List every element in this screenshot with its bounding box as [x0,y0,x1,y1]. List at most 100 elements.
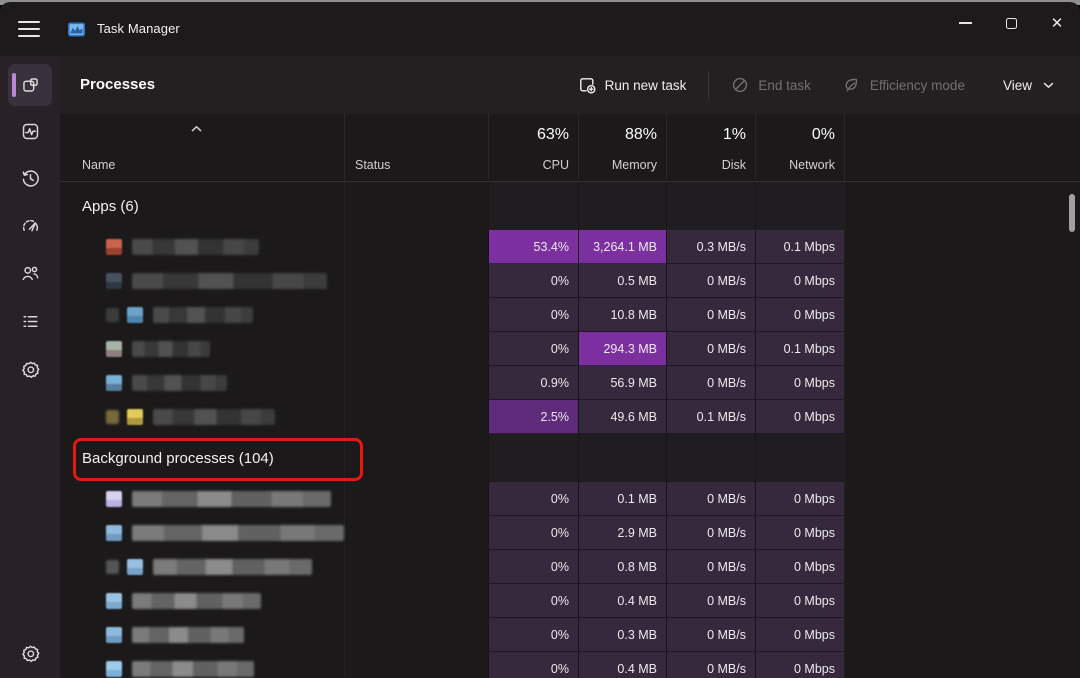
column-header-memory[interactable]: 88% Memory [578,114,666,182]
memory-value-cell: 56.9 MB [578,366,666,400]
memory-value-cell: 0.4 MB [578,652,666,678]
process-status-cell [344,652,488,678]
maximize-button[interactable] [988,2,1034,44]
minimize-button[interactable] [942,2,988,44]
services-icon [21,360,40,379]
redacted-process-name [132,525,344,541]
network-value-cell: 0.1 Mbps [755,230,844,264]
page-title: Processes [80,76,155,93]
efficiency-mode-button[interactable]: Efficiency mode [831,68,977,102]
memory-value-cell: 0.8 MB [578,550,666,584]
column-header-network[interactable]: 0% Network [755,114,844,182]
end-task-button[interactable]: End task [719,68,823,102]
sidebar-item-app-history[interactable] [8,157,52,199]
task-manager-window: Task Manager ✕ [0,2,1080,678]
run-new-task-button[interactable]: Run new task [566,68,699,102]
vertical-scrollbar-thumb[interactable] [1069,194,1075,232]
disk-value-cell: 0 MB/s [666,482,755,516]
network-total-percent: 0% [812,126,835,144]
memory-value-cell: 3,264.1 MB [578,230,666,264]
process-status-cell [344,230,488,264]
table-row[interactable]: 0%0.5 MB0 MB/s0 Mbps [60,264,1080,298]
view-dropdown-button[interactable]: View [991,70,1066,101]
sidebar-item-processes[interactable] [8,64,52,106]
row-filler-cell [844,618,1080,652]
table-row[interactable]: 0%294.3 MB0 MB/s0.1 Mbps [60,332,1080,366]
maximize-icon [1006,18,1017,29]
process-status-cell [344,516,488,550]
sidebar-item-services[interactable] [8,348,52,390]
row-filler-cell [844,516,1080,550]
section-stat-cell [666,182,755,230]
table-row[interactable]: 2.5%49.6 MB0.1 MB/s0 Mbps [60,400,1080,434]
network-value-cell: 0 Mbps [755,298,844,332]
memory-value-cell: 10.8 MB [578,298,666,332]
process-status-cell [344,366,488,400]
section-header-row[interactable]: Background processes (104) [60,434,1080,482]
network-value-cell: 0 Mbps [755,516,844,550]
cpu-value-cell: 0% [488,264,578,298]
process-app-icon [106,627,122,643]
disk-total-percent: 1% [723,126,746,144]
process-status-cell [344,264,488,298]
section-stat-cell [488,182,578,230]
table-row[interactable]: 0%0.4 MB0 MB/s0 Mbps [60,584,1080,618]
table-row[interactable]: 0.9%56.9 MB0 MB/s0 Mbps [60,366,1080,400]
table-row[interactable]: 0%0.8 MB0 MB/s0 Mbps [60,550,1080,584]
section-label: Apps (6) [60,198,344,215]
sidebar-item-startup-apps[interactable] [8,205,52,247]
row-filler-cell [844,400,1080,434]
sidebar-item-performance[interactable] [8,110,52,152]
details-icon [21,312,40,331]
table-header: Name Status 63% CPU 88% Memory 1% Disk 0… [60,114,1080,182]
process-app-icon [127,409,143,425]
process-name-cell [60,482,344,516]
table-row[interactable]: 0%0.1 MB0 MB/s0 Mbps [60,482,1080,516]
row-filler-cell [844,584,1080,618]
column-header-status[interactable]: Status [344,114,488,182]
table-row[interactable]: 0%10.8 MB0 MB/s0 Mbps [60,298,1080,332]
process-app-icon [106,491,122,507]
close-button[interactable]: ✕ [1034,2,1080,44]
section-filler-cell [844,434,1080,482]
network-value-cell: 0 Mbps [755,264,844,298]
settings-gear-icon [21,644,40,663]
view-label: View [1003,78,1032,93]
memory-value-cell: 0.4 MB [578,584,666,618]
memory-value-cell: 0.5 MB [578,264,666,298]
process-name-cell [60,366,344,400]
redacted-process-name [132,593,261,609]
process-app-icon [106,525,122,541]
chevron-down-icon [1043,82,1054,89]
column-header-cpu[interactable]: 63% CPU [488,114,578,182]
section-filler-cell [844,182,1080,230]
section-header-row[interactable]: Apps (6) [60,182,1080,230]
network-value-cell: 0 Mbps [755,652,844,678]
column-header-disk[interactable]: 1% Disk [666,114,755,182]
table-row[interactable]: 53.4%3,264.1 MB0.3 MB/s0.1 Mbps [60,230,1080,264]
process-status-cell [344,618,488,652]
sidebar-item-users[interactable] [8,252,52,294]
redacted-process-name [132,491,331,507]
disk-value-cell: 0 MB/s [666,332,755,366]
cpu-value-cell: 0% [488,618,578,652]
efficiency-mode-icon [843,76,861,94]
table-row[interactable]: 0%0.4 MB0 MB/s0 Mbps [60,652,1080,678]
sidebar-item-settings[interactable] [8,632,52,674]
sidebar-item-details[interactable] [8,300,52,342]
network-value-cell: 0 Mbps [755,482,844,516]
task-manager-app-icon [67,20,86,39]
table-row[interactable]: 0%2.9 MB0 MB/s0 Mbps [60,516,1080,550]
column-header-name[interactable]: Name [60,114,344,182]
process-name-cell [60,584,344,618]
table-row[interactable]: 0%0.3 MB0 MB/s0 Mbps [60,618,1080,652]
redacted-process-name [153,409,275,425]
process-name-cell [60,400,344,434]
processes-icon [21,76,40,95]
process-name-cell [60,332,344,366]
process-app-icon [106,341,122,357]
disk-value-cell: 0 MB/s [666,516,755,550]
disk-value-cell: 0 MB/s [666,298,755,332]
hamburger-menu-button[interactable] [15,15,45,43]
process-status-cell [344,482,488,516]
